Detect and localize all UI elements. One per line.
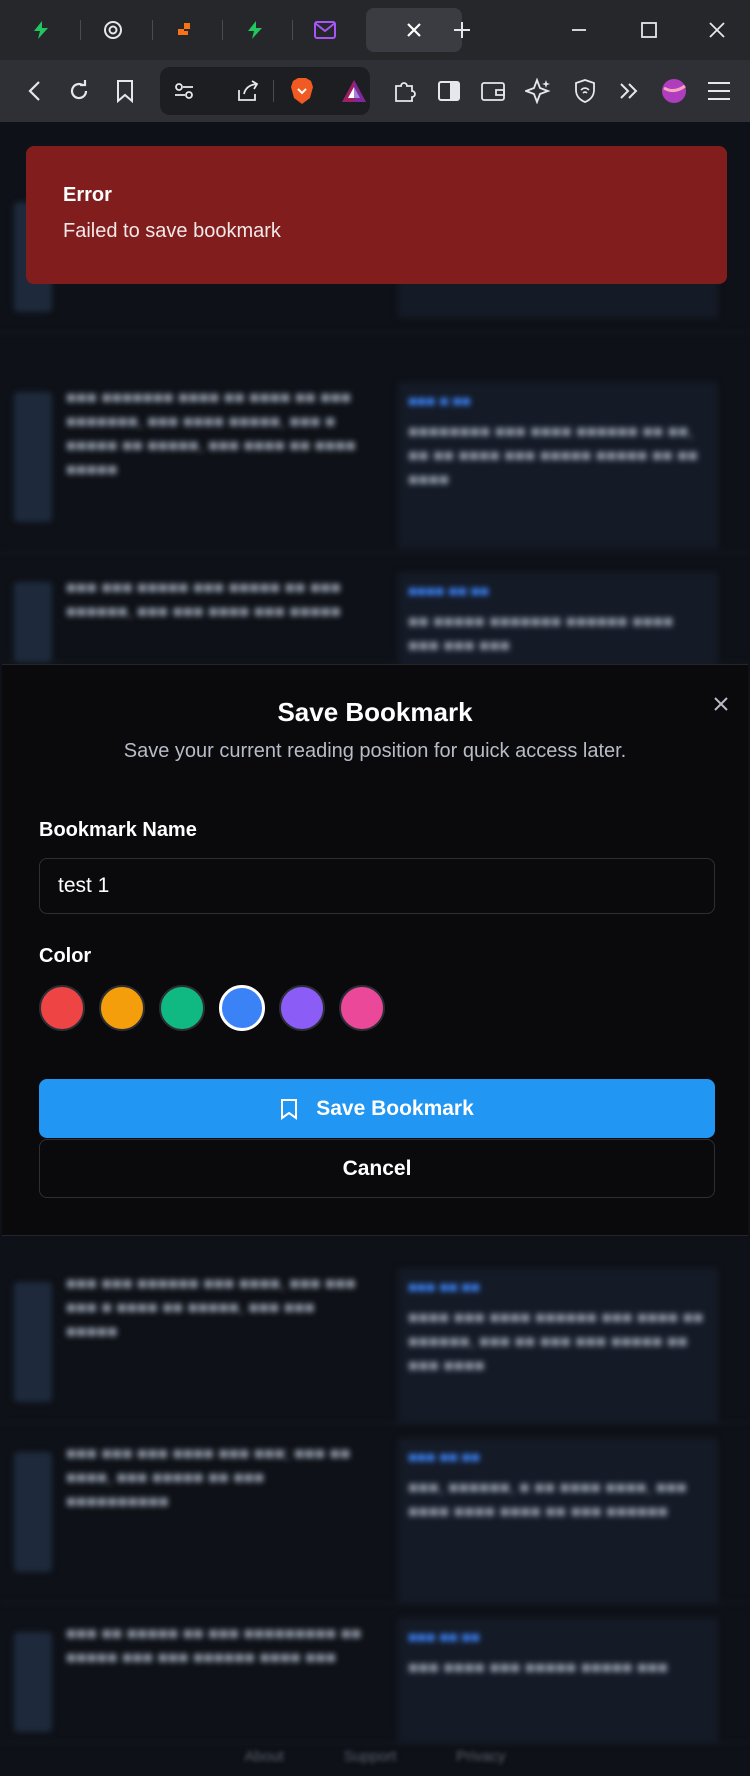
hamburger-icon [708,82,730,100]
dialog-subtitle: Save your current reading position for q… [123,740,627,762]
color-label: Color [39,945,92,967]
tab-mail[interactable] [290,8,360,52]
new-tab-button[interactable] [442,10,482,50]
close-window-button[interactable] [697,10,737,50]
color-swatch-blue[interactable] [219,985,265,1031]
sidebar-toggle-button[interactable] [429,71,469,111]
double-chevron-right-icon [620,83,638,99]
extensions-button[interactable] [385,71,425,111]
save-bookmark-button[interactable]: Save Bookmark [39,1079,715,1138]
bookmark-icon [281,1098,298,1120]
tab-chatgpt[interactable] [78,8,148,52]
bookmark-name-input[interactable] [39,858,715,914]
reload-icon [70,80,88,100]
puzzle-icon [395,82,416,102]
maximize-button[interactable] [629,10,669,50]
error-toast: Error Failed to save bookmark [26,146,727,284]
browser-tab-bar [0,0,750,60]
tab-squares[interactable] [150,8,220,52]
sparkle-icon [525,78,551,104]
color-swatch-amber[interactable] [99,985,145,1031]
mail-icon [314,21,336,39]
back-button[interactable] [15,71,55,111]
toast-title: Error [63,184,112,206]
leo-ai-button[interactable] [518,71,558,111]
background-footer: About Support Privacy [0,1736,750,1776]
color-swatch-purple[interactable] [279,985,325,1031]
site-settings-button[interactable] [164,71,204,111]
profile-button[interactable] [654,71,694,111]
share-button[interactable] [228,71,268,111]
openai-icon [104,21,122,39]
footer-link: Support [343,1747,397,1765]
wallet-button[interactable] [473,71,513,111]
avatar [662,79,686,103]
main-menu-button[interactable] [699,71,739,111]
wallet-icon [481,82,505,101]
bookmark-page-button[interactable] [105,71,145,111]
plus-icon [454,22,470,38]
dialog-title: Save Bookmark [277,697,473,727]
footer-link: Privacy [456,1747,506,1765]
more-toolbar-button[interactable] [608,71,648,111]
tab-bolt-1[interactable] [6,8,76,52]
footer-link: About [244,1747,284,1765]
maximize-icon [641,22,657,38]
color-swatch-pink[interactable] [339,985,385,1031]
brave-shields-button[interactable] [282,71,322,111]
minimize-button[interactable] [559,10,599,50]
minimize-icon [572,29,586,31]
chevron-left-icon [28,81,40,101]
brave-lion-icon [291,78,313,104]
rewards-triangle-icon [342,80,366,102]
vpn-button[interactable] [565,71,605,111]
brave-rewards-button[interactable] [334,71,374,111]
shield-wifi-icon [575,79,595,103]
color-swatch-red[interactable] [39,985,85,1031]
close-icon [709,22,725,38]
close-icon[interactable] [406,22,422,38]
bolt-icon [34,21,48,39]
bookmark-icon [117,80,133,103]
toast-message: Failed to save bookmark [63,220,281,242]
sliders-icon [175,83,193,99]
tab-bolt-2[interactable] [220,8,290,52]
share-icon [238,80,259,101]
reload-button[interactable] [59,71,99,111]
save-bookmark-label: Save Bookmark [316,1096,474,1120]
bookmark-name-label: Bookmark Name [39,819,197,841]
save-bookmark-dialog: Save Bookmark Save your current reading … [2,664,748,1236]
color-swatch-green[interactable] [159,985,205,1031]
cancel-button[interactable]: Cancel [39,1139,715,1198]
squares-icon [178,23,190,35]
bolt-icon [248,21,262,39]
sidebar-icon [438,81,460,101]
